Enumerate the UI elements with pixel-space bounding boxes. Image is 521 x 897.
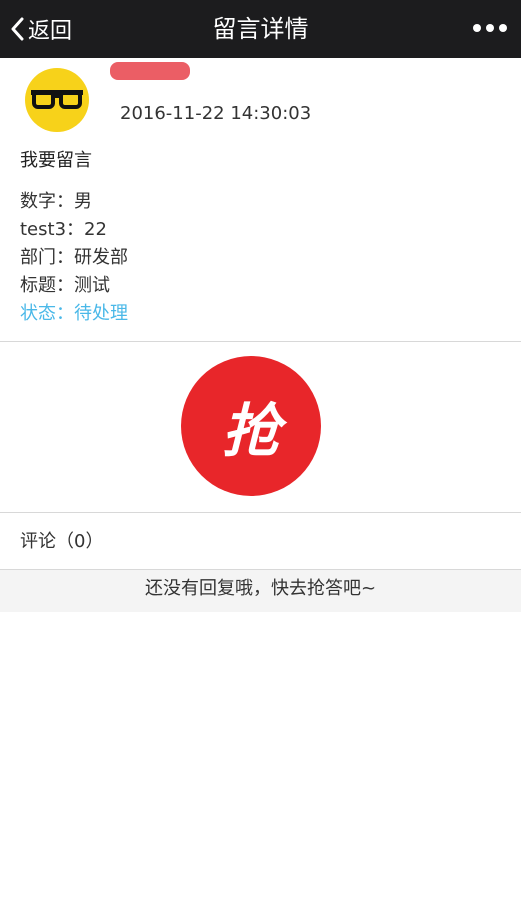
field-row: test3：22 — [20, 216, 128, 244]
dot — [473, 24, 481, 32]
page-title: 留言详情 — [212, 15, 309, 43]
field-label: test3： — [20, 219, 85, 240]
comments-header: 评论（0） — [20, 531, 104, 552]
field-row: 数字：男 — [20, 188, 128, 216]
status-label: 状态： — [20, 303, 74, 324]
glasses-avatar-icon — [31, 90, 83, 109]
post-timestamp: 2016-11-22 14:30:03 — [120, 103, 312, 124]
navigation-bar: 返回 留言详情 — [0, 0, 521, 58]
field-value: 研发部 — [74, 247, 128, 268]
empty-comments-text: 还没有回复哦，快去抢答吧~ — [144, 578, 377, 599]
field-label: 部门： — [20, 247, 74, 268]
grab-section: 抢 — [0, 342, 521, 512]
dot — [486, 24, 494, 32]
field-value: 男 — [74, 191, 92, 212]
grab-button[interactable]: 抢 — [181, 356, 321, 496]
field-value: 测试 — [74, 275, 110, 296]
author-name-redacted — [110, 62, 190, 80]
post-text: 我要留言 — [20, 150, 92, 171]
dot — [499, 24, 507, 32]
grab-label: 抢 — [221, 397, 280, 465]
avatar[interactable] — [25, 68, 89, 132]
status-row: 状态：待处理 — [20, 300, 128, 328]
comments-empty-state: 还没有回复哦，快去抢答吧~ — [0, 570, 521, 612]
field-label: 标题： — [20, 275, 74, 296]
field-row: 标题：测试 — [20, 272, 128, 300]
message-detail: 2016-11-22 14:30:03 我要留言 数字：男 test3：22 部… — [0, 58, 521, 341]
field-row: 部门：研发部 — [20, 244, 128, 272]
divider — [0, 512, 521, 513]
field-list: 数字：男 test3：22 部门：研发部 标题：测试 状态：待处理 — [20, 188, 128, 328]
field-label: 数字： — [20, 191, 74, 212]
field-value: 22 — [84, 219, 107, 240]
more-dots-icon[interactable] — [473, 22, 507, 34]
status-value: 待处理 — [74, 303, 128, 324]
